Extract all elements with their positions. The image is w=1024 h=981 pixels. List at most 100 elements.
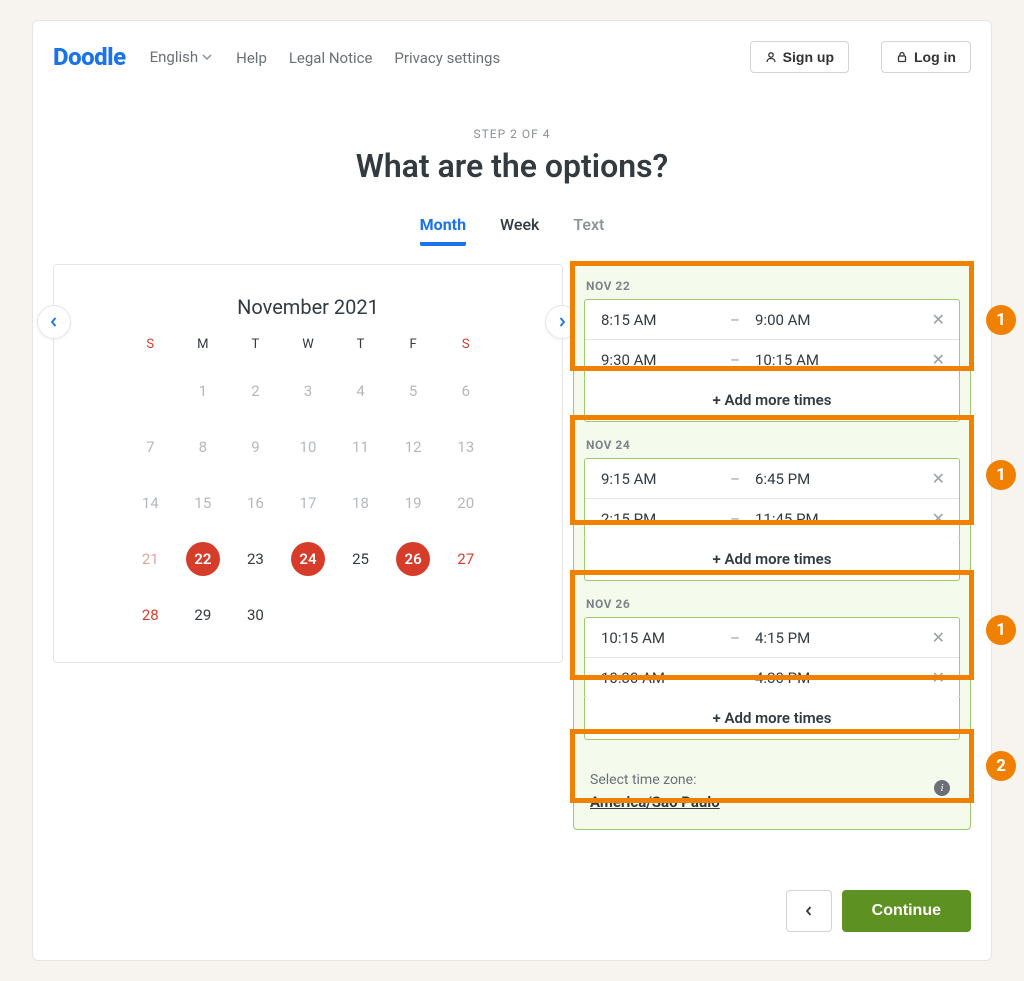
annotation-badge-1a: 1 [986, 305, 1016, 335]
calendar-day[interactable]: 3 [291, 374, 325, 408]
header: Doodle English Help Legal Notice Privacy… [53, 41, 971, 73]
calendar-day[interactable]: 24 [291, 542, 325, 576]
date-label: NOV 26 [586, 597, 958, 611]
step-label: STEP 2 OF 4 [53, 127, 971, 141]
calendar-day[interactable]: 11 [344, 430, 378, 464]
calendar-day[interactable]: 19 [396, 486, 430, 520]
continue-button[interactable]: Continue [842, 890, 971, 932]
calendar-day[interactable]: 14 [133, 486, 167, 520]
calendar-day[interactable]: 17 [291, 486, 325, 520]
calendar-day[interactable]: 26 [396, 542, 430, 576]
annotation-badge-1b: 1 [986, 460, 1016, 490]
lock-icon [896, 51, 908, 63]
chevron-down-icon [202, 52, 212, 62]
annotation-badge-1c: 1 [986, 615, 1016, 645]
remove-slot-button[interactable]: ✕ [928, 628, 949, 647]
calendar-day[interactable]: 12 [396, 430, 430, 464]
calendar-day[interactable]: 6 [449, 374, 483, 408]
time-slot: 8:15 AM–9:00 AM✕ [585, 300, 959, 339]
back-button[interactable] [786, 890, 832, 932]
calendar-day[interactable]: 28 [133, 598, 167, 632]
dash-icon: – [725, 669, 745, 687]
slot-list: 9:15 AM–6:45 PM✕2:15 PM–11:45 PM✕ [584, 458, 960, 539]
slot-start[interactable]: 10:30 AM [595, 669, 725, 687]
language-label: English [150, 48, 199, 66]
calendar-day[interactable]: 30 [238, 598, 272, 632]
slot-end[interactable]: 4:30 PM [745, 669, 928, 687]
login-button[interactable]: Log in [881, 41, 971, 73]
language-selector[interactable]: English [150, 48, 213, 66]
calendar-day[interactable]: 22 [186, 542, 220, 576]
slot-end[interactable]: 9:00 AM [745, 311, 928, 329]
footer: Continue [53, 890, 971, 932]
view-tabs: Month Week Text [53, 215, 971, 246]
remove-slot-button[interactable]: ✕ [928, 509, 949, 528]
tab-week[interactable]: Week [500, 215, 539, 246]
tab-month[interactable]: Month [420, 215, 466, 246]
calendar-card: November 2021 SMTWTFS1234567891011121314… [53, 264, 563, 663]
calendar-day[interactable]: 20 [449, 486, 483, 520]
calendar-day[interactable]: 10 [291, 430, 325, 464]
calendar-day[interactable]: 16 [238, 486, 272, 520]
app-card: Doodle English Help Legal Notice Privacy… [32, 20, 992, 961]
login-label: Log in [914, 49, 956, 65]
calendar-day[interactable]: 21 [133, 542, 167, 576]
calendar-day[interactable]: 27 [449, 542, 483, 576]
date-block: NOV 249:15 AM–6:45 PM✕2:15 PM–11:45 PM✕+… [584, 438, 960, 581]
calendar-day[interactable]: 15 [186, 486, 220, 520]
calendar-prev-button[interactable] [37, 305, 71, 339]
slot-start[interactable]: 9:30 AM [595, 351, 725, 369]
date-block: NOV 228:15 AM–9:00 AM✕9:30 AM–10:15 AM✕+… [584, 279, 960, 422]
signup-button[interactable]: Sign up [750, 41, 849, 73]
dash-icon: – [725, 629, 745, 647]
nav-privacy[interactable]: Privacy settings [394, 49, 500, 67]
calendar-day[interactable]: 29 [186, 598, 220, 632]
remove-slot-button[interactable]: ✕ [928, 350, 949, 369]
slot-end[interactable]: 6:45 PM [745, 470, 928, 488]
remove-slot-button[interactable]: ✕ [928, 310, 949, 329]
calendar-day[interactable]: 23 [238, 542, 272, 576]
nav-help[interactable]: Help [236, 49, 267, 67]
dash-icon: – [725, 510, 745, 528]
calendar-day[interactable]: 9 [238, 430, 272, 464]
time-slot: 10:15 AM–4:15 PM✕ [585, 618, 959, 657]
calendar-day[interactable]: 25 [344, 542, 378, 576]
calendar-dow: F [387, 337, 440, 352]
add-more-times-button[interactable]: + Add more times [584, 379, 960, 422]
slot-end[interactable]: 4:15 PM [745, 629, 928, 647]
remove-slot-button[interactable]: ✕ [928, 668, 949, 687]
slot-start[interactable]: 10:15 AM [595, 629, 725, 647]
time-panel: NOV 228:15 AM–9:00 AM✕9:30 AM–10:15 AM✕+… [573, 264, 971, 830]
calendar-day[interactable]: 1 [186, 374, 220, 408]
timezone-value[interactable]: America/Sao Paulo [590, 793, 720, 811]
tab-text[interactable]: Text [573, 215, 604, 246]
time-slot: 10:30 AM–4:30 PM✕ [585, 657, 959, 697]
slot-start[interactable]: 2:15 PM [595, 510, 725, 528]
slot-end[interactable]: 11:45 PM [745, 510, 928, 528]
slot-start[interactable]: 8:15 AM [595, 311, 725, 329]
calendar-day[interactable]: 18 [344, 486, 378, 520]
calendar-day[interactable]: 7 [133, 430, 167, 464]
calendar-day[interactable]: 8 [186, 430, 220, 464]
slot-start[interactable]: 9:15 AM [595, 470, 725, 488]
dash-icon: – [725, 311, 745, 329]
date-label: NOV 22 [586, 279, 958, 293]
add-more-times-button[interactable]: + Add more times [584, 697, 960, 740]
time-slot: 2:15 PM–11:45 PM✕ [585, 498, 959, 538]
calendar-day[interactable]: 2 [238, 374, 272, 408]
page-title: What are the options? [53, 147, 971, 185]
dash-icon: – [725, 470, 745, 488]
calendar-dow: T [334, 337, 387, 352]
calendar-day[interactable]: 4 [344, 374, 378, 408]
date-block: NOV 2610:15 AM–4:15 PM✕10:30 AM–4:30 PM✕… [584, 597, 960, 740]
slot-end[interactable]: 10:15 AM [745, 351, 928, 369]
add-more-times-button[interactable]: + Add more times [584, 538, 960, 581]
top-nav: Help Legal Notice Privacy settings [236, 48, 518, 67]
nav-legal[interactable]: Legal Notice [289, 49, 373, 67]
calendar-day[interactable]: 13 [449, 430, 483, 464]
remove-slot-button[interactable]: ✕ [928, 469, 949, 488]
info-icon[interactable]: i [934, 780, 950, 796]
calendar-day[interactable]: 5 [396, 374, 430, 408]
timezone-block: Select time zone: America/Sao Paulo i [584, 766, 960, 819]
calendar-dow: T [229, 337, 282, 352]
